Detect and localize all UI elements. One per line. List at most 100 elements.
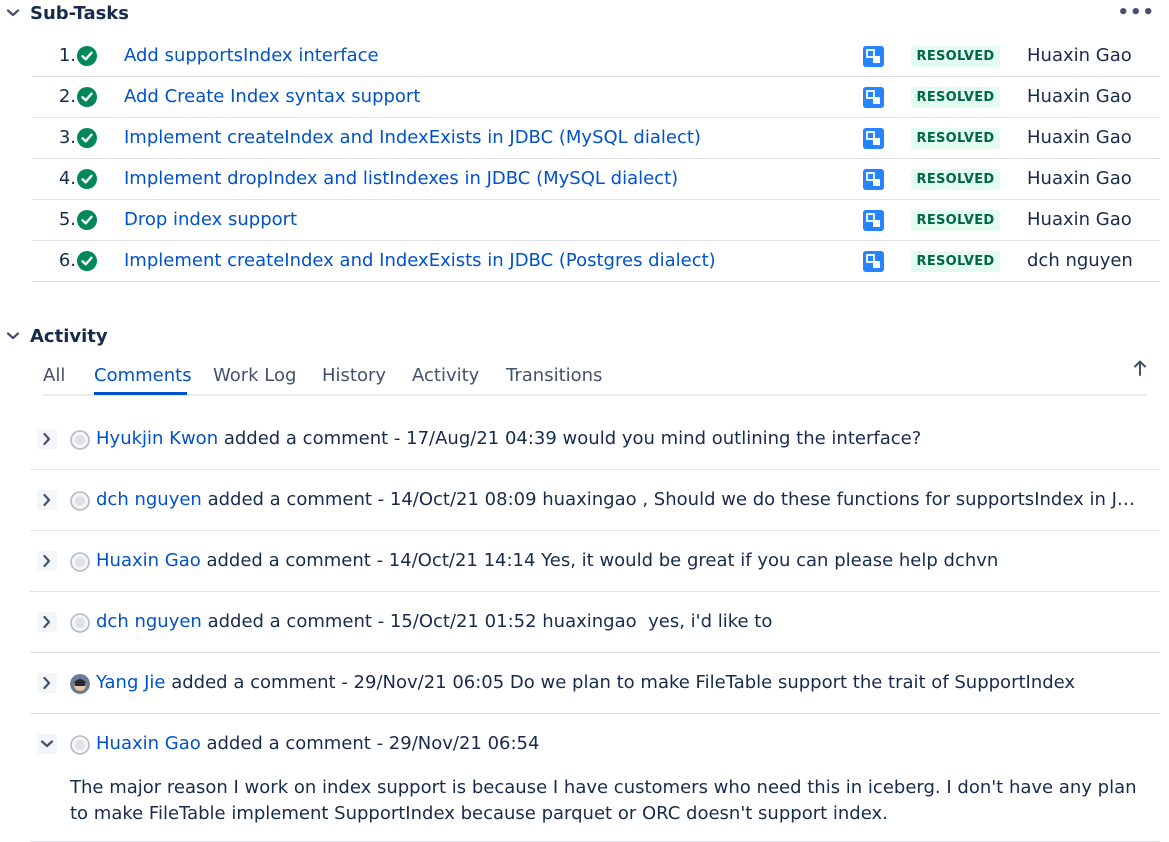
subtask-type-icon xyxy=(863,210,884,231)
subtasks-collapse-toggle[interactable] xyxy=(4,4,22,22)
comment-author-link[interactable]: Hyukjin Kwon xyxy=(96,428,218,449)
comment-preview: Do we plan to make FileTable support the… xyxy=(509,672,1076,693)
subtask-link[interactable]: Add Create Index syntax support xyxy=(124,86,420,107)
comment-meta: added a comment - 15/Oct/21 01:52 xyxy=(201,611,543,632)
subtask-number: 4. xyxy=(58,168,76,189)
activity-collapse-toggle[interactable] xyxy=(4,327,22,345)
subtasks-header: Sub-Tasks xyxy=(4,1,129,25)
default-avatar-icon xyxy=(70,430,90,450)
activity-tabs: All Comments Work Log History Activity T… xyxy=(43,356,1147,396)
chevron-right-icon xyxy=(43,616,51,628)
subtask-link[interactable]: Implement createIndex and IndexExists in… xyxy=(124,127,701,148)
subtask-assignee: dch nguyen xyxy=(1027,250,1133,271)
comment-item: Hyukjin Kwon added a comment - 17/Aug/21… xyxy=(30,408,1160,470)
subtask-type-icon xyxy=(863,128,884,149)
status-badge: RESOLVED xyxy=(911,169,1000,190)
tab-all[interactable]: All xyxy=(43,365,65,386)
chevron-right-icon xyxy=(43,555,51,567)
subtask-assignee: Huaxin Gao xyxy=(1027,86,1132,107)
subtask-row: 1. Add supportsIndex interface RESOLVED … xyxy=(32,36,1160,77)
subtask-row: 6. Implement createIndex and IndexExists… xyxy=(32,241,1160,282)
status-badge: RESOLVED xyxy=(911,87,1000,108)
resolved-check-icon xyxy=(77,46,97,66)
comment-expand-toggle[interactable] xyxy=(37,551,57,571)
comment-item: Huaxin Gao added a comment - 14/Oct/21 1… xyxy=(30,531,1160,592)
subtask-assignee: Huaxin Gao xyxy=(1027,168,1132,189)
comment-summary: dch nguyen added a comment - 15/Oct/21 0… xyxy=(96,611,1156,632)
comment-author-link[interactable]: Yang Jie xyxy=(96,672,166,693)
subtask-number: 6. xyxy=(58,250,76,271)
comment-meta: added a comment - 14/Oct/21 14:14 xyxy=(200,550,542,571)
chevron-down-icon xyxy=(41,740,53,748)
subtasks-title: Sub-Tasks xyxy=(30,2,129,24)
resolved-check-icon xyxy=(77,169,97,189)
comment-preview: huaxingao yes, i'd like to xyxy=(542,611,773,632)
chevron-right-icon xyxy=(43,677,51,689)
subtask-number: 3. xyxy=(58,127,76,148)
comment-collapse-toggle[interactable] xyxy=(37,734,57,754)
comment-meta: added a comment - 17/Aug/21 04:39 xyxy=(218,428,563,449)
tab-transitions[interactable]: Transitions xyxy=(506,365,602,386)
comment-author-link[interactable]: dch nguyen xyxy=(96,611,202,632)
more-actions-icon[interactable]: ••• xyxy=(1117,2,1155,23)
chevron-down-icon xyxy=(7,332,19,340)
comment-author-link[interactable]: Huaxin Gao xyxy=(96,733,201,754)
chevron-right-icon xyxy=(43,433,51,445)
comment-expand-toggle[interactable] xyxy=(37,490,57,510)
sort-order-arrow-icon[interactable] xyxy=(1133,359,1147,377)
user-avatar-icon xyxy=(70,674,90,694)
status-badge: RESOLVED xyxy=(911,128,1000,149)
resolved-check-icon xyxy=(77,128,97,148)
tab-work-log[interactable]: Work Log xyxy=(213,365,296,386)
comment-expand-toggle[interactable] xyxy=(37,612,57,632)
default-avatar-icon xyxy=(70,552,90,572)
tab-activity[interactable]: Activity xyxy=(412,365,479,386)
subtask-link[interactable]: Drop index support xyxy=(124,209,297,230)
tab-history[interactable]: History xyxy=(322,365,386,386)
subtask-type-icon xyxy=(863,251,884,272)
comment-item-expanded: Huaxin Gao added a comment - 29/Nov/21 0… xyxy=(30,714,1160,842)
activity-title: Activity xyxy=(30,325,108,347)
active-tab-indicator xyxy=(94,392,187,395)
subtask-row: 5. Drop index support RESOLVED Huaxin Ga… xyxy=(32,200,1160,241)
status-badge: RESOLVED xyxy=(911,251,1000,272)
subtask-number: 5. xyxy=(58,209,76,230)
resolved-check-icon xyxy=(77,210,97,230)
comment-preview: would you mind outlining the interface? xyxy=(562,428,922,449)
comment-summary: dch nguyen added a comment - 14/Oct/21 0… xyxy=(96,489,1142,510)
comment-item: dch nguyen added a comment - 14/Oct/21 0… xyxy=(30,470,1160,531)
comment-meta: added a comment - 29/Nov/21 06:05 xyxy=(165,672,510,693)
chevron-down-icon xyxy=(7,9,19,17)
comment-author-link[interactable]: Huaxin Gao xyxy=(96,550,201,571)
subtask-type-icon xyxy=(863,87,884,108)
subtask-assignee: Huaxin Gao xyxy=(1027,45,1132,66)
tab-comments[interactable]: Comments xyxy=(94,365,192,386)
chevron-right-icon xyxy=(43,494,51,506)
comment-meta: added a comment - 29/Nov/21 06:54 xyxy=(200,733,540,754)
activity-header: Activity xyxy=(4,324,108,348)
comment-preview: Yes, it would be great if you can please… xyxy=(541,550,999,571)
comment-summary: Hyukjin Kwon added a comment - 17/Aug/21… xyxy=(96,428,1156,449)
comment-summary: Yang Jie added a comment - 29/Nov/21 06:… xyxy=(96,672,1156,693)
default-avatar-icon xyxy=(70,491,90,511)
status-badge: RESOLVED xyxy=(911,210,1000,231)
comment-item: dch nguyen added a comment - 15/Oct/21 0… xyxy=(30,592,1160,653)
comment-summary: Huaxin Gao added a comment - 29/Nov/21 0… xyxy=(96,733,1156,754)
subtask-row: 2. Add Create Index syntax support RESOL… xyxy=(32,77,1160,118)
default-avatar-icon xyxy=(70,735,90,755)
subtask-link[interactable]: Add supportsIndex interface xyxy=(124,45,379,66)
status-badge: RESOLVED xyxy=(911,46,1000,67)
comment-author-link[interactable]: dch nguyen xyxy=(96,489,202,510)
subtasks-table: 1. Add supportsIndex interface RESOLVED … xyxy=(32,36,1160,282)
comment-item: Yang Jie added a comment - 29/Nov/21 06:… xyxy=(30,653,1160,714)
subtask-link[interactable]: Implement createIndex and IndexExists in… xyxy=(124,250,716,271)
default-avatar-icon xyxy=(70,613,90,633)
comment-expand-toggle[interactable] xyxy=(37,429,57,449)
subtask-link[interactable]: Implement dropIndex and listIndexes in J… xyxy=(124,168,678,189)
comment-preview: huaxingao , Should we do these functions… xyxy=(542,489,1142,510)
comment-summary: Huaxin Gao added a comment - 14/Oct/21 1… xyxy=(96,550,1156,571)
resolved-check-icon xyxy=(77,251,97,271)
comment-expand-toggle[interactable] xyxy=(37,673,57,693)
comment-meta: added a comment - 14/Oct/21 08:09 xyxy=(201,489,543,510)
subtask-type-icon xyxy=(863,46,884,67)
